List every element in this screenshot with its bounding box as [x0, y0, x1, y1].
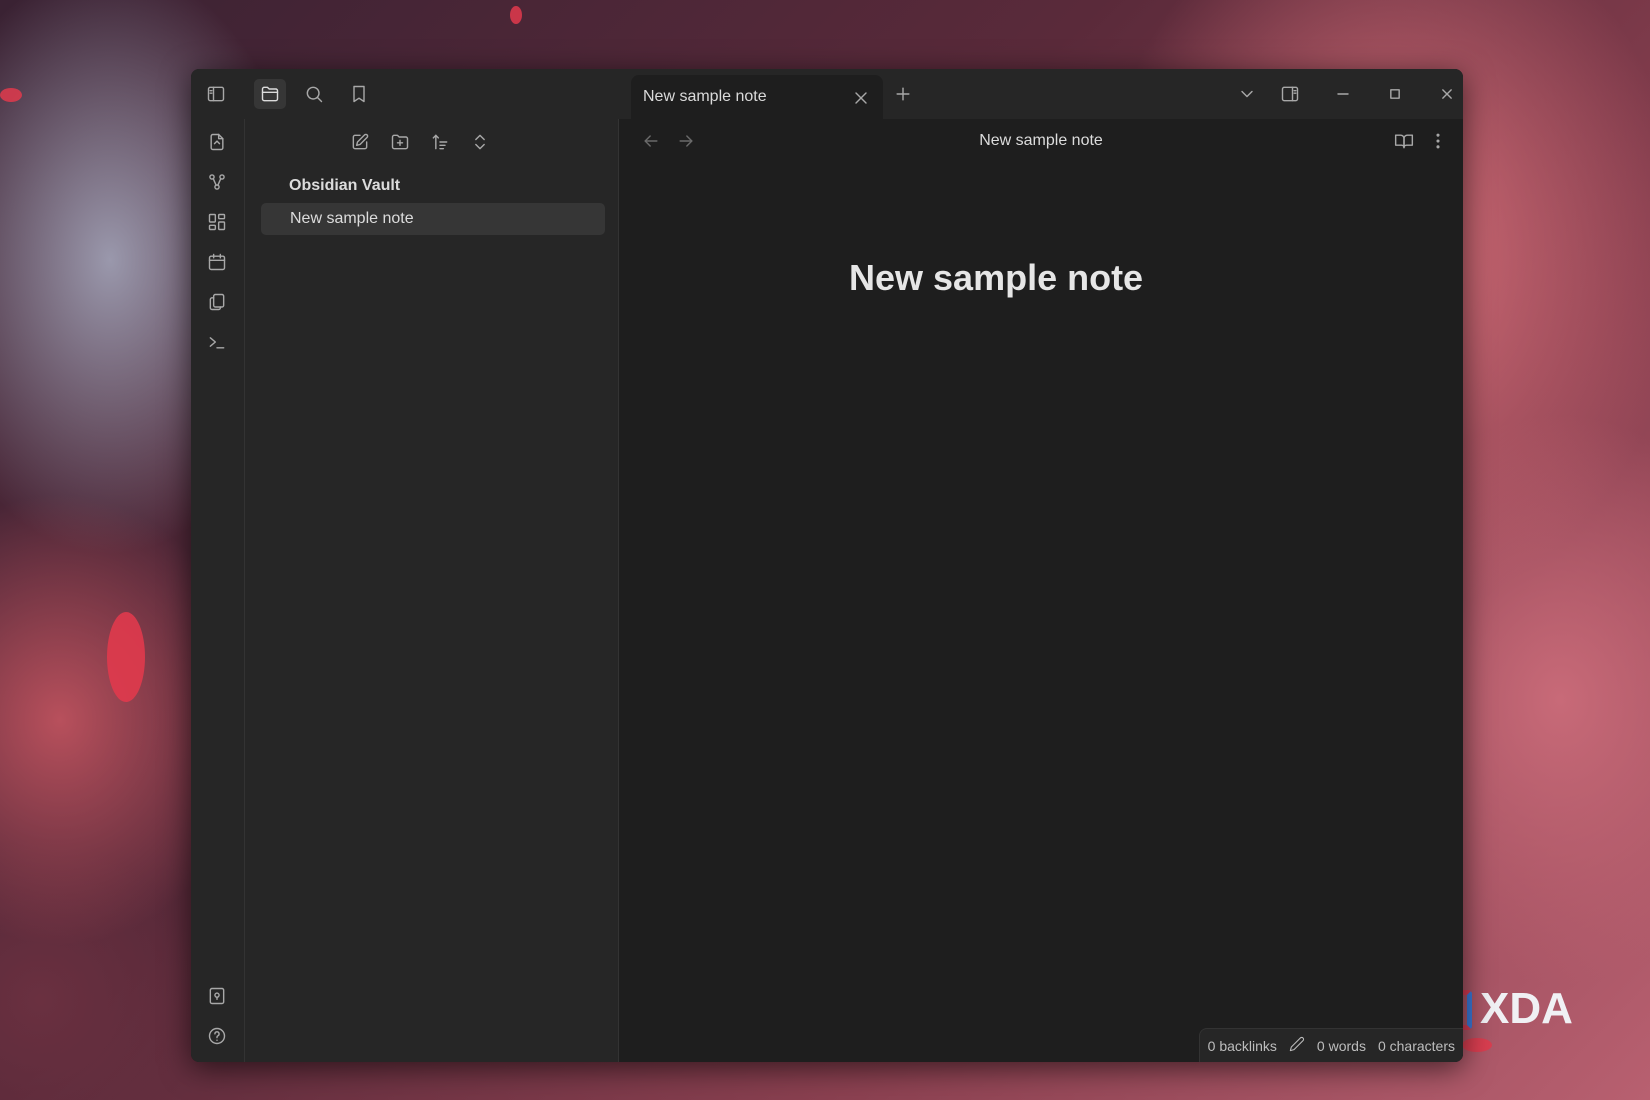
- reading-view-icon[interactable]: [1388, 126, 1420, 156]
- bookmark-icon[interactable]: [343, 79, 375, 109]
- chevron-down-icon[interactable]: [1231, 79, 1263, 109]
- view-header-title[interactable]: New sample note: [619, 132, 1463, 150]
- new-note-icon[interactable]: [344, 127, 376, 157]
- daily-note-icon[interactable]: [201, 247, 233, 277]
- more-options-icon[interactable]: [1422, 126, 1454, 156]
- edit-mode-icon[interactable]: [1289, 1036, 1305, 1055]
- open-switcher-icon[interactable]: [201, 127, 233, 157]
- close-icon[interactable]: [845, 83, 877, 113]
- character-count: 0 characters: [1377, 1037, 1455, 1054]
- petal-decoration: [510, 6, 522, 24]
- vault-switch-icon[interactable]: [201, 981, 233, 1011]
- collapse-icon[interactable]: [464, 127, 496, 157]
- file-explorer: Obsidian Vault New sample note: [245, 119, 619, 1062]
- folder-icon[interactable]: [254, 79, 286, 109]
- tab-new-sample-note[interactable]: New sample note: [631, 75, 883, 119]
- title-bar: New sample note: [191, 69, 1463, 119]
- word-count: 0 words: [1316, 1037, 1366, 1054]
- tab-title: New sample note: [643, 88, 767, 105]
- templates-icon[interactable]: [201, 287, 233, 317]
- new-folder-icon[interactable]: [384, 127, 416, 157]
- obsidian-window: New sample note Obsidian Vault New sampl…: [191, 69, 1463, 1062]
- graph-view-icon[interactable]: [201, 167, 233, 197]
- backlinks-count[interactable]: 0 backlinks: [1208, 1038, 1277, 1054]
- minimize-icon[interactable]: [1327, 79, 1359, 109]
- xda-logo-text: XDA: [1480, 984, 1573, 1033]
- command-palette-icon[interactable]: [201, 327, 233, 357]
- editor-pane: New sample note New sample note 0 backli…: [619, 119, 1463, 1062]
- maximize-icon[interactable]: [1379, 79, 1411, 109]
- note-title[interactable]: New sample note: [849, 257, 1143, 299]
- sidebar-toggle-icon[interactable]: [200, 79, 232, 109]
- sort-icon[interactable]: [424, 127, 456, 157]
- status-bar: 0 backlinks 0 words 0 characters: [1198, 1028, 1463, 1062]
- petal-decoration: [0, 88, 22, 102]
- canvas-icon[interactable]: [201, 207, 233, 237]
- vault-name[interactable]: Obsidian Vault: [289, 177, 400, 195]
- split-pane-icon[interactable]: [1274, 79, 1306, 109]
- search-icon[interactable]: [298, 79, 330, 109]
- ribbon: [191, 119, 245, 1062]
- settings-icon[interactable]: [201, 1061, 233, 1062]
- petal-decoration: [107, 612, 145, 702]
- file-item-new-sample-note[interactable]: New sample note: [261, 203, 605, 235]
- help-icon[interactable]: [201, 1021, 233, 1051]
- close-window-icon[interactable]: [1431, 79, 1463, 109]
- plus-icon[interactable]: [887, 79, 919, 109]
- petal-decoration: [1462, 1038, 1492, 1052]
